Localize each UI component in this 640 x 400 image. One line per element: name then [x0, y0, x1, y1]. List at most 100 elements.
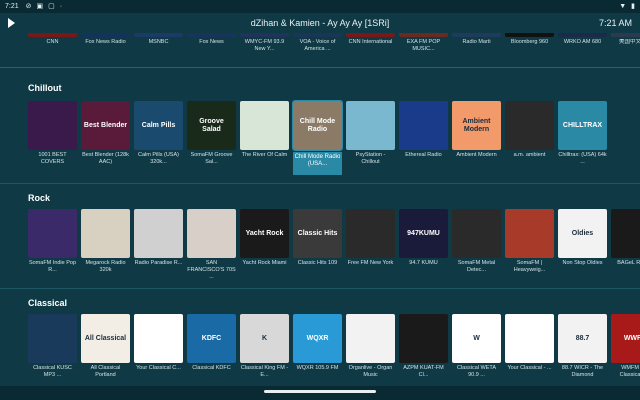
station-tile[interactable]: 947KUMU 94.7 KUMU: [399, 209, 448, 282]
station-tile[interactable]: Ethereal Radio: [399, 101, 448, 175]
station-art-text: 947KUMU: [407, 229, 440, 237]
station-label: Classical WETA 90.9 ...: [456, 365, 496, 378]
station-tile[interactable]: Bloomberg 960: [505, 33, 554, 61]
station-tile[interactable]: Fox News: [187, 33, 236, 61]
station-artwork: Chill Mode Radio: [292, 100, 343, 151]
divider: [0, 67, 640, 68]
station-tile[interactable]: VOA - Voice of America ...: [293, 33, 342, 61]
content-area[interactable]: CNN Fox News Radio MSNBC Fox News WMYC-FM 93…: [0, 33, 640, 400]
station-label: Radio Marti: [462, 39, 491, 45]
station-tile[interactable]: BAGeL RADIO: [611, 209, 640, 282]
station-label: Yacht Rock Miami: [242, 260, 287, 266]
station-label: SomaFM Metal Detec...: [457, 260, 496, 273]
station-tile[interactable]: Free FM New York: [346, 209, 395, 282]
station-tile[interactable]: Fox News Radio: [81, 33, 130, 61]
station-label: Your Classical - ...: [507, 365, 552, 371]
station-label: Calm Pills (USA) 320k...: [138, 152, 179, 165]
station-tile[interactable]: WWFM WMFM The Classical S...: [611, 314, 640, 387]
station-tile[interactable]: The River Of Calm: [240, 101, 289, 175]
station-label: 1001 BEST COVERS: [38, 152, 67, 165]
station-art-text: K: [261, 334, 268, 342]
media-icon: ▢: [48, 3, 55, 10]
station-tile[interactable]: Groove Salad SomaFM Groove Sal...: [187, 101, 236, 175]
station-artwork: [505, 101, 554, 150]
station-tile[interactable]: WMYC-FM 93.9 New Y...: [240, 33, 289, 61]
station-artwork: Classic Hits: [293, 209, 342, 258]
station-label: SomaFM Indie Pop R...: [28, 260, 77, 273]
station-tile[interactable]: Best Blender Best Blender (128k AAC): [81, 101, 130, 175]
station-artwork: Best Blender: [81, 101, 130, 150]
station-tile[interactable]: EXA FM POP MUSIC...: [399, 33, 448, 61]
station-art-text: CHILLTRAX: [562, 121, 603, 129]
station-tile[interactable]: WQXR WQXR 105.9 FM: [293, 314, 342, 387]
station-label: Classical King FM - E...: [240, 365, 289, 378]
station-tile[interactable]: Oldies Non Stop Oldies: [558, 209, 607, 282]
station-art-text: Classic Hits: [297, 229, 338, 237]
station-tile[interactable]: Classical KUSC MP3 ...: [28, 314, 77, 387]
station-tile[interactable]: CNN: [28, 33, 77, 61]
station-artwork: [611, 209, 640, 258]
station-art-text: KDFC: [201, 334, 222, 342]
section-title: Rock: [28, 193, 51, 203]
station-artwork: [399, 314, 448, 363]
station-tile[interactable]: SAN FRANCISCO'S 70S ...: [187, 209, 236, 282]
station-tile[interactable]: PsyStation - Chillout: [346, 101, 395, 175]
station-label: CNN International: [348, 39, 393, 45]
station-tile[interactable]: Calm Pills Calm Pills (USA) 320k...: [134, 101, 183, 175]
station-label: PsyStation - Chillout: [355, 152, 386, 165]
station-tile[interactable]: MSNBC: [134, 33, 183, 61]
station-artwork: [187, 209, 236, 258]
station-tile[interactable]: WRKO AM 680: [558, 33, 607, 61]
station-artwork: [240, 101, 289, 150]
station-artwork: Groove Salad: [187, 101, 236, 150]
station-artwork: [346, 101, 395, 150]
home-gesture-handle[interactable]: [264, 390, 376, 393]
station-tile[interactable]: CNN International: [346, 33, 395, 61]
station-label: Ambient Modern: [456, 152, 497, 158]
station-tile[interactable]: W Classical WETA 90.9 ...: [452, 314, 501, 387]
station-tile[interactable]: Radio Marti: [452, 33, 501, 61]
station-artwork: [505, 33, 554, 37]
navigation-bar: [0, 386, 640, 400]
station-label: WMYC-FM 93.9 New Y...: [244, 39, 285, 52]
station-tile[interactable]: SomaFM Metal Detec...: [452, 209, 501, 282]
station-tile[interactable]: AZPM KUAT-FM Cl...: [399, 314, 448, 387]
station-tile[interactable]: 美国中文电台: [611, 33, 640, 61]
station-label: Non Stop Oldies: [562, 260, 603, 266]
station-artwork: KDFC: [187, 314, 236, 363]
station-art-text: Groove Salad: [199, 117, 224, 133]
station-artwork: [346, 209, 395, 258]
station-label: Classic Hits 109: [297, 260, 338, 266]
station-label: a.m. ambient: [513, 152, 546, 158]
station-tile[interactable]: Megarock Radio 320k: [81, 209, 130, 282]
station-tile[interactable]: Radio Paradise R...: [134, 209, 183, 282]
station-art-text: Ambient Modern: [462, 117, 491, 133]
station-label: Megarock Radio 320k: [85, 260, 126, 273]
station-artwork: [28, 314, 77, 363]
station-tile[interactable]: All Classical All Classical Portland: [81, 314, 130, 387]
station-artwork: [452, 209, 501, 258]
station-tile[interactable]: Yacht Rock Yacht Rock Miami: [240, 209, 289, 282]
station-tile[interactable]: 88.7 88.7 WICR - The Diamond: [558, 314, 607, 387]
station-tile[interactable]: CHILLTRAX Chilltrax: (USA) 64k ...: [558, 101, 607, 175]
station-tile[interactable]: Classic Hits Classic Hits 109: [293, 209, 342, 282]
station-tile[interactable]: SomaFM Indie Pop R...: [28, 209, 77, 282]
station-tile[interactable]: Organlive - Organ Music: [346, 314, 395, 387]
station-art-text: Chill Mode Radio: [299, 117, 336, 133]
station-artwork: WWFM: [611, 314, 640, 363]
top-bar: dZihan & Kamien - Ay Ay Ay [1SRi] 7:21 A…: [0, 13, 640, 33]
station-label: WMFM The Classical S...: [619, 365, 640, 378]
station-tile[interactable]: Your Classical C...: [134, 314, 183, 387]
station-tile[interactable]: a.m. ambient: [505, 101, 554, 175]
station-tile[interactable]: Your Classical - ...: [505, 314, 554, 387]
station-art-text: 88.7: [575, 334, 590, 342]
station-artwork: Calm Pills: [134, 101, 183, 150]
status-time: 7:21: [5, 3, 19, 10]
station-tile[interactable]: Chill Mode Radio Chill Mode Radio (USA...: [292, 100, 343, 175]
station-tile[interactable]: KDFC Classical KDFC: [187, 314, 236, 387]
station-tile[interactable]: K Classical King FM - E...: [240, 314, 289, 387]
station-artwork: [399, 33, 448, 37]
station-tile[interactable]: SomaFM | Heavyweig...: [505, 209, 554, 282]
station-tile[interactable]: Ambient Modern Ambient Modern: [452, 101, 501, 175]
station-tile[interactable]: 1001 BEST COVERS: [28, 101, 77, 175]
